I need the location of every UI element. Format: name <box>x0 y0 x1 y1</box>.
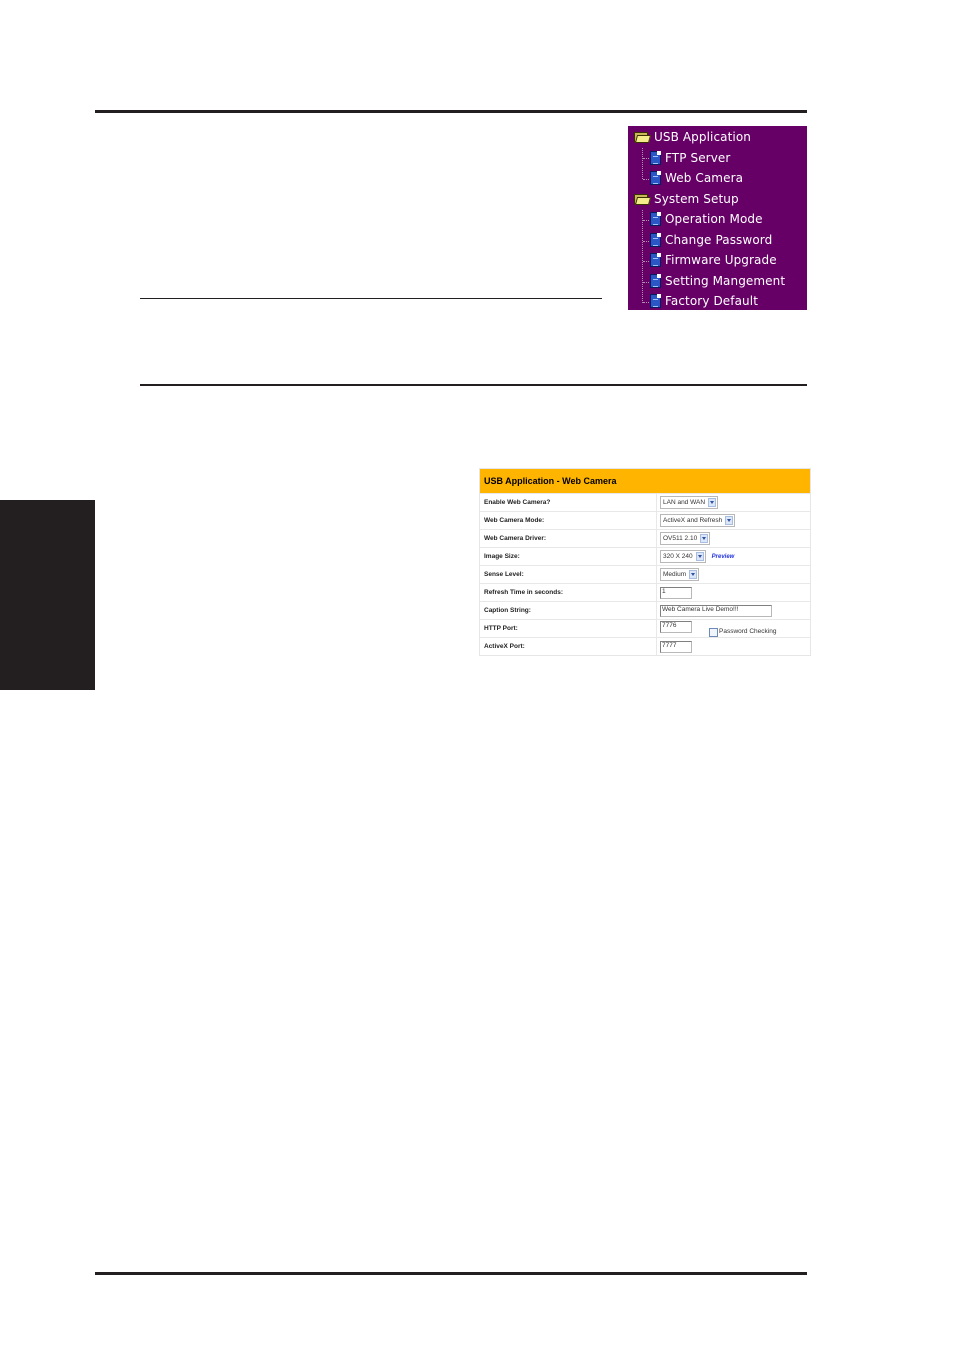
chapter-side-tab <box>0 500 95 690</box>
select-value: LAN and WAN <box>663 499 706 506</box>
select-value: ActiveX and Refresh <box>663 517 723 524</box>
setting-label: Image Size: <box>480 548 657 565</box>
setting-row-enable-web-camera: Enable Web Camera? LAN and WAN <box>480 493 810 511</box>
tree-menu: USB Application FTP Server Web Camera Sy… <box>628 126 807 310</box>
setting-row-activex-port: ActiveX Port: 7777 <box>480 637 810 655</box>
panel-title: USB Application - Web Camera <box>480 469 810 493</box>
image-size-select[interactable]: 320 X 240 <box>660 550 706 563</box>
tree-item-change-password[interactable]: Change Password <box>650 230 772 250</box>
http-port-input[interactable]: 7776 <box>660 621 692 633</box>
tree-group-label: USB Application <box>654 130 751 144</box>
tree-group-usb-application[interactable]: USB Application <box>634 127 751 147</box>
section-divider-thin <box>140 298 602 299</box>
caption-string-input[interactable]: Web Camera Live Demo!!! <box>660 604 772 617</box>
tree-connector <box>643 158 649 159</box>
page-icon <box>650 171 661 185</box>
page-icon <box>650 253 661 267</box>
sense-level-select[interactable]: Medium <box>660 568 700 581</box>
setting-label: Refresh Time in seconds: <box>480 584 657 601</box>
tree-item-operation-mode[interactable]: Operation Mode <box>650 209 763 229</box>
page-icon <box>650 212 661 226</box>
tree-item-label: Change Password <box>665 233 773 247</box>
activex-port-input[interactable]: 7777 <box>660 640 692 653</box>
tree-connector <box>642 148 643 179</box>
tree-connector <box>643 282 649 283</box>
select-value: OV511 2.10 <box>663 535 698 542</box>
page-icon <box>650 274 661 288</box>
chevron-down-icon[interactable] <box>700 534 709 543</box>
tree-item-ftp-server[interactable]: FTP Server <box>650 148 730 168</box>
setting-label: ActiveX Port: <box>480 638 657 655</box>
chevron-down-icon[interactable] <box>725 516 734 525</box>
tree-item-label: FTP Server <box>665 151 731 165</box>
setting-row-web-camera-mode: Web Camera Mode: ActiveX and Refresh <box>480 511 810 529</box>
setting-row-caption-string: Caption String: Web Camera Live Demo!!! <box>480 601 810 619</box>
select-value: Medium <box>663 571 687 578</box>
section-divider-thick <box>140 384 807 386</box>
setting-label: Caption String: <box>480 602 657 619</box>
tree-connector <box>643 220 649 221</box>
setting-label: Enable Web Camera? <box>480 494 657 511</box>
folder-icon <box>634 193 652 205</box>
setting-label: Web Camera Mode: <box>480 512 657 529</box>
page-icon <box>650 294 661 308</box>
chevron-down-icon[interactable] <box>695 552 704 561</box>
setting-label: Web Camera Driver: <box>480 530 657 547</box>
chevron-down-icon[interactable] <box>708 498 717 507</box>
page-icon <box>650 233 661 247</box>
tree-group-system-setup[interactable]: System Setup <box>634 189 739 209</box>
select-value: 320 X 240 <box>663 553 693 560</box>
setting-row-http-port: HTTP Port: 7776 Password Checking <box>480 619 810 637</box>
setting-row-web-camera-driver: Web Camera Driver: OV511 2.10 <box>480 529 810 547</box>
tree-item-setting-management[interactable]: Setting Mangement <box>650 271 785 291</box>
refresh-time-input[interactable]: 1 <box>660 586 692 599</box>
tree-connector <box>643 241 649 242</box>
page-icon <box>650 151 661 165</box>
setting-label: Sense Level: <box>480 566 657 583</box>
password-checking-checkbox[interactable] <box>709 628 718 637</box>
setting-row-refresh-time: Refresh Time in seconds: 1 <box>480 583 810 601</box>
header-rule <box>95 110 807 113</box>
footer-rule <box>95 1272 807 1275</box>
tree-item-firmware-upgrade[interactable]: Firmware Upgrade <box>650 250 777 270</box>
tree-item-label: Operation Mode <box>665 212 763 226</box>
web-camera-settings-panel: USB Application - Web Camera Enable Web … <box>479 468 811 656</box>
tree-item-label: Firmware Upgrade <box>665 253 777 267</box>
password-checking-label: Password Checking <box>719 628 777 635</box>
preview-link[interactable]: Preview <box>712 554 735 560</box>
tree-connector <box>643 261 649 262</box>
tree-connector <box>642 210 643 303</box>
setting-label: HTTP Port: <box>480 620 657 637</box>
tree-item-label: Factory Default <box>665 294 758 308</box>
folder-icon <box>634 131 652 143</box>
setting-row-sense-level: Sense Level: Medium <box>480 565 810 583</box>
setting-row-image-size: Image Size: 320 X 240 Preview <box>480 547 810 565</box>
chevron-down-icon[interactable] <box>689 570 698 579</box>
tree-group-label: System Setup <box>654 192 739 206</box>
web-camera-mode-select[interactable]: ActiveX and Refresh <box>660 514 736 527</box>
tree-item-web-camera[interactable]: Web Camera <box>650 168 743 188</box>
enable-web-camera-select[interactable]: LAN and WAN <box>660 496 719 509</box>
tree-item-label: Web Camera <box>665 171 744 185</box>
tree-item-label: Setting Mangement <box>665 274 786 288</box>
tree-connector <box>643 302 649 303</box>
tree-item-factory-default[interactable]: Factory Default <box>650 291 758 310</box>
web-camera-driver-select[interactable]: OV511 2.10 <box>660 532 711 545</box>
tree-connector <box>643 179 649 180</box>
